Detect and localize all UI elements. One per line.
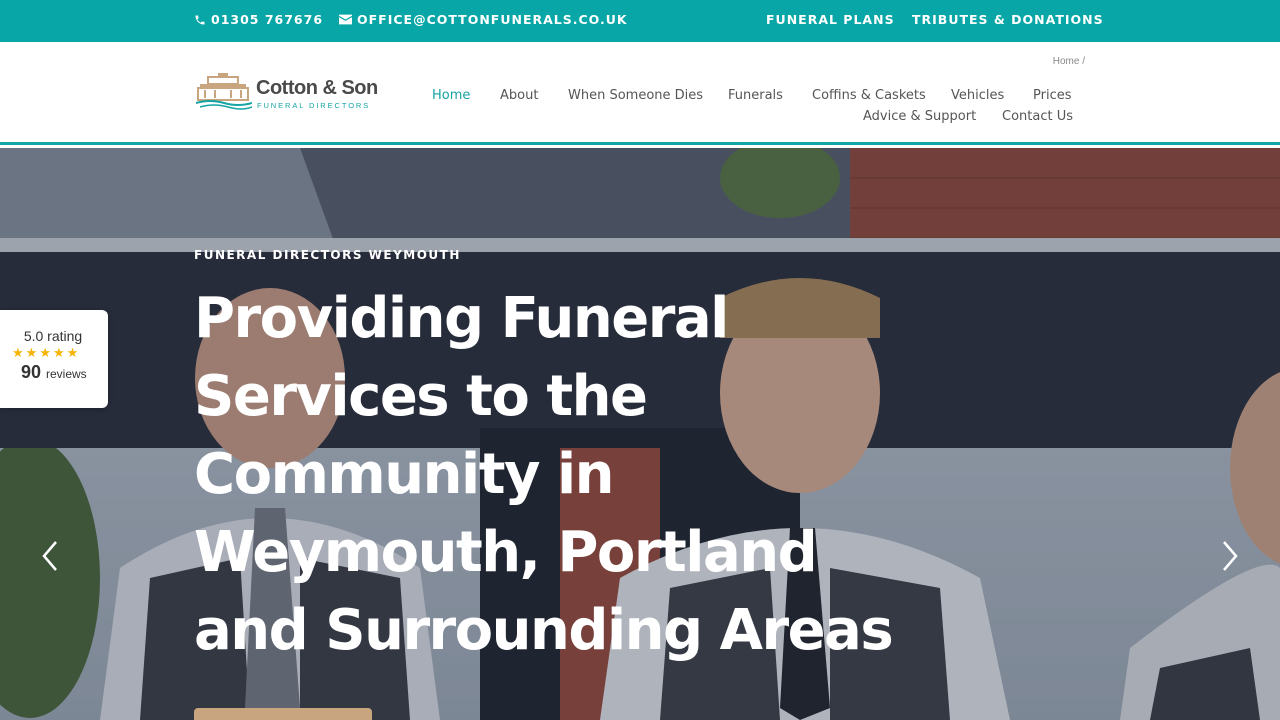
nav-when-someone-dies[interactable]: When Someone Dies: [568, 88, 703, 103]
top-bar: 01305 767676 OFFICE@COTTONFUNERALS.CO.UK…: [0, 0, 1280, 42]
hero-cta-button[interactable]: [194, 708, 372, 720]
star-icon: ★: [25, 345, 38, 360]
chevron-left-icon: [42, 541, 57, 571]
headline-line: and Surrounding Areas: [194, 598, 894, 663]
headline-line: Services to the: [194, 364, 648, 429]
hero-eyebrow: FUNERAL DIRECTORS WEYMOUTH: [194, 248, 461, 262]
site-logo[interactable]: Cotton & Son FUNERAL DIRECTORS: [196, 72, 386, 114]
nav-about[interactable]: About: [500, 88, 538, 103]
headline-line: Weymouth, Portland: [194, 520, 818, 585]
star-icon: ★: [52, 345, 65, 360]
nav-vehicles[interactable]: Vehicles: [951, 88, 1004, 103]
phone-link[interactable]: 01305 767676: [194, 12, 323, 27]
star-icon: ★: [66, 345, 79, 360]
tributes-donations-label: TRIBUTES & DONATIONS: [912, 12, 1104, 27]
phone-number: 01305 767676: [211, 12, 324, 27]
star-icon: ★: [39, 345, 51, 360]
tributes-donations-link[interactable]: TRIBUTES & DONATIONS: [912, 12, 1104, 27]
logo-subtitle: FUNERAL DIRECTORS: [257, 101, 371, 110]
breadcrumb[interactable]: Home /: [1053, 56, 1085, 67]
site-header: Home / Cotton & Son FUNERAL DIRECTORS Ho…: [0, 42, 1280, 145]
nav-prices[interactable]: Prices: [1033, 88, 1072, 103]
envelope-icon: [339, 14, 352, 25]
hero-slider: FUNERAL DIRECTORS WEYMOUTH Providing Fun…: [0, 148, 1280, 720]
headline-line: Community in: [194, 442, 615, 507]
email-link[interactable]: OFFICE@COTTONFUNERALS.CO.UK: [339, 12, 628, 27]
hero-headline: Providing Funeral Services to the Commun…: [194, 280, 894, 670]
chevron-right-icon: [1223, 541, 1238, 571]
nav-funerals[interactable]: Funerals: [728, 88, 783, 103]
funeral-plans-link[interactable]: FUNERAL PLANS: [766, 12, 895, 27]
slider-next-button[interactable]: [1218, 538, 1242, 574]
rating-text: 5.0 rating: [23, 328, 83, 344]
slider-prev-button[interactable]: [38, 538, 62, 574]
reviews-rating-widget[interactable]: 5.0 rating ★ ★ ★ ★ ★ 90 reviews: [0, 310, 108, 408]
logo-name: Cotton & Son: [256, 77, 378, 99]
review-count: 90: [21, 362, 42, 382]
star-rating: ★ ★ ★ ★ ★: [12, 346, 78, 359]
star-icon: ★: [12, 345, 24, 360]
hearse-logo-icon: [196, 73, 252, 110]
nav-advice-support[interactable]: Advice & Support: [863, 109, 976, 124]
email-address: OFFICE@COTTONFUNERALS.CO.UK: [357, 12, 628, 27]
phone-icon: [195, 15, 205, 24]
nav-home[interactable]: Home: [432, 88, 470, 103]
nav-coffins-caskets[interactable]: Coffins & Caskets: [812, 88, 926, 103]
nav-contact-us[interactable]: Contact Us: [1002, 109, 1073, 124]
funeral-plans-label: FUNERAL PLANS: [766, 12, 895, 27]
reviews-label: reviews: [46, 367, 87, 381]
headline-line: Providing Funeral: [194, 286, 729, 351]
